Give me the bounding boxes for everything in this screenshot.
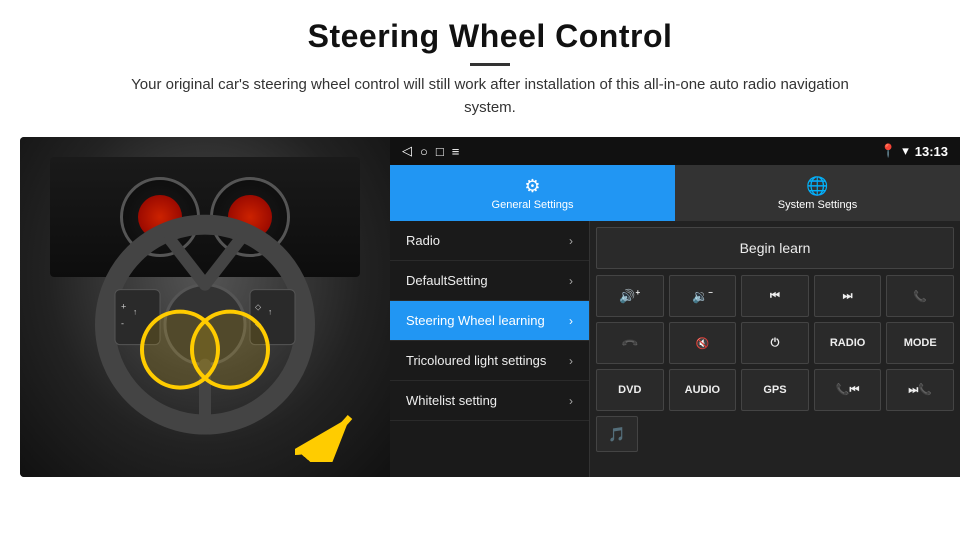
begin-learn-row: Begin learn (596, 227, 954, 269)
mute-button[interactable]: 🔇 (669, 322, 737, 364)
phone-prev-button[interactable]: 📞⏮ (814, 369, 882, 411)
menu-icon: ≡ (452, 144, 460, 159)
phone-end-button[interactable]: 📞 (596, 322, 664, 364)
gps-label: GPS (763, 384, 786, 396)
highlight-right (190, 310, 270, 390)
last-row: 🎵 (596, 416, 954, 452)
settings-gear-icon: ⚙ (524, 176, 540, 197)
chevron-radio-icon: › (569, 234, 573, 248)
chevron-default-icon: › (569, 274, 573, 288)
tab-bar: ⚙ General Settings 🌐 System Settings (390, 165, 960, 221)
chevron-tricoloured-icon: › (569, 354, 573, 368)
menu-item-default[interactable]: DefaultSetting › (390, 261, 589, 301)
header-divider (470, 63, 510, 66)
svg-text:↑: ↑ (133, 308, 137, 317)
vol-down-button[interactable]: 🔉− (669, 275, 737, 317)
ctrl-grid-row1: 🔊+ 🔉− ⏮ ⏭ 📞 (596, 275, 954, 317)
radio-label: RADIO (830, 337, 865, 349)
tab-system-label: System Settings (778, 199, 857, 211)
vol-up-icon: 🔊+ (619, 288, 640, 304)
phone-prev-icon: 📞⏮ (836, 383, 860, 397)
tab-general-settings[interactable]: ⚙ General Settings (390, 165, 675, 221)
page-header: Steering Wheel Control Your original car… (0, 0, 980, 129)
tab-general-label: General Settings (492, 199, 574, 211)
phone-next-icon: ⏭📞 (908, 383, 932, 397)
svg-text:+: + (121, 302, 126, 312)
svg-text:◇: ◇ (255, 303, 262, 312)
status-right: 📍 ▾ 13:13 (880, 143, 948, 159)
power-icon: ⏻ (771, 337, 780, 350)
mode-button[interactable]: MODE (886, 322, 954, 364)
audio-label: AUDIO (685, 384, 720, 396)
tab-system-settings[interactable]: 🌐 System Settings (675, 165, 960, 221)
wifi-icon: ▾ (902, 143, 909, 159)
phone-answer-icon: 📞 (913, 290, 927, 303)
next-button[interactable]: ⏭ (814, 275, 882, 317)
left-menu: Radio › DefaultSetting › Steering Wheel … (390, 221, 590, 477)
menu-label-default: DefaultSetting (406, 273, 569, 288)
nav-icons: ◁ ○ □ ≡ (402, 143, 459, 159)
chevron-steering-icon: › (569, 314, 573, 328)
media-icon: 🎵 (608, 426, 625, 443)
begin-learn-button[interactable]: Begin learn (596, 227, 954, 269)
car-ui: ◁ ○ □ ≡ 📍 ▾ 13:13 ⚙ General Settings 🌐 S… (390, 137, 960, 477)
content-area: Radio › DefaultSetting › Steering Wheel … (390, 221, 960, 477)
menu-label-tricoloured: Tricoloured light settings (406, 353, 569, 368)
menu-label-radio: Radio (406, 233, 569, 248)
prev-button[interactable]: ⏮ (741, 275, 809, 317)
svg-text:-: - (121, 319, 124, 329)
radio-mode-button[interactable]: RADIO (814, 322, 882, 364)
steering-wheel-image: + - ↑ ◇ ◇ ↑ (20, 137, 390, 477)
header-description: Your original car's steering wheel contr… (130, 74, 850, 119)
location-icon: 📍 (880, 143, 896, 159)
phone-next-button[interactable]: ⏭📞 (886, 369, 954, 411)
ctrl-grid-row2: 📞 🔇 ⏻ RADIO MODE (596, 322, 954, 364)
chevron-whitelist-icon: › (569, 394, 573, 408)
menu-label-steering: Steering Wheel learning (406, 313, 569, 328)
menu-item-radio[interactable]: Radio › (390, 221, 589, 261)
next-icon: ⏭ (843, 290, 853, 303)
system-globe-icon: 🌐 (806, 176, 828, 197)
back-icon: ◁ (402, 143, 412, 159)
vol-down-icon: 🔉− (692, 288, 713, 304)
phone-end-icon: 📞 (620, 334, 639, 353)
arrow-svg (290, 402, 380, 462)
page-title: Steering Wheel Control (40, 18, 940, 55)
media-icon-button[interactable]: 🎵 (596, 416, 638, 452)
svg-text:↑: ↑ (268, 308, 272, 317)
prev-icon: ⏮ (770, 290, 780, 303)
sw-background: + - ↑ ◇ ◇ ↑ (20, 137, 390, 477)
menu-label-whitelist: Whitelist setting (406, 393, 569, 408)
dvd-button[interactable]: DVD (596, 369, 664, 411)
dvd-label: DVD (618, 384, 641, 396)
menu-item-whitelist[interactable]: Whitelist setting › (390, 381, 589, 421)
recent-icon: □ (436, 144, 444, 159)
vol-up-button[interactable]: 🔊+ (596, 275, 664, 317)
home-icon: ○ (420, 144, 428, 159)
mode-label: MODE (904, 337, 937, 349)
mute-icon: 🔇 (696, 337, 710, 350)
gps-button[interactable]: GPS (741, 369, 809, 411)
main-content: + - ↑ ◇ ◇ ↑ (0, 129, 980, 477)
audio-button[interactable]: AUDIO (669, 369, 737, 411)
status-time: 13:13 (915, 144, 948, 159)
phone-answer-button[interactable]: 📞 (886, 275, 954, 317)
status-bar: ◁ ○ □ ≡ 📍 ▾ 13:13 (390, 137, 960, 165)
menu-item-tricoloured[interactable]: Tricoloured light settings › (390, 341, 589, 381)
power-button[interactable]: ⏻ (741, 322, 809, 364)
ctrl-grid-row3: DVD AUDIO GPS 📞⏮ ⏭📞 (596, 369, 954, 411)
right-panel: Begin learn 🔊+ 🔉− ⏮ ⏭ (590, 221, 960, 477)
menu-item-steering[interactable]: Steering Wheel learning › (390, 301, 589, 341)
wheel-container: + - ↑ ◇ ◇ ↑ (95, 215, 315, 435)
